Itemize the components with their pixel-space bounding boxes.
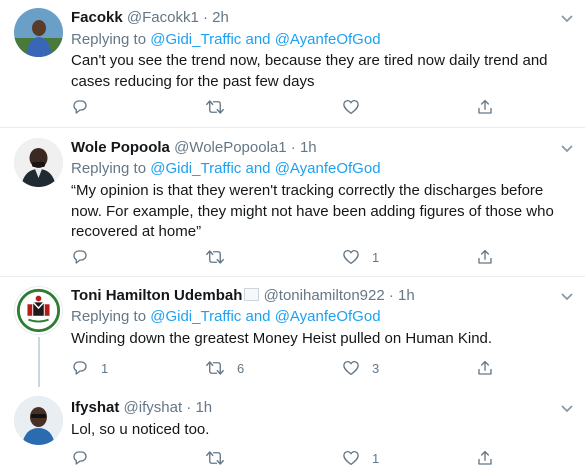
mention-and: and (241, 31, 275, 48)
avatar-image (14, 8, 63, 57)
thread-line (38, 337, 40, 387)
like-button[interactable]: 1 (342, 246, 379, 268)
coat-of-arms-image (16, 288, 61, 333)
tweet-actions: 1 6 3 (71, 357, 511, 379)
replying-to: Replying to @Gidi_Traffic and @AyanfeOfG… (71, 30, 381, 50)
mention-gidi-traffic[interactable]: @Gidi_Traffic (150, 160, 241, 177)
mention-gidi-traffic[interactable]: @Gidi_Traffic (150, 308, 241, 325)
tweet-facokk[interactable]: Facokk @Facokk1 · 2h Replying to @Gidi_T… (0, 0, 585, 127)
separator: · (182, 399, 196, 416)
tweet-actions: 1 (71, 447, 511, 469)
like-count: 1 (372, 450, 380, 466)
heart-icon (343, 450, 359, 466)
retweet-button[interactable] (205, 96, 237, 118)
reply-icon (73, 100, 87, 114)
like-button[interactable]: 1 (342, 447, 379, 469)
separator: · (384, 287, 399, 304)
handle[interactable]: @tonihamilton922 (264, 287, 385, 304)
reply-icon (73, 361, 87, 375)
tweet-actions (71, 96, 511, 118)
separator: · (286, 139, 300, 156)
avatar[interactable] (14, 138, 63, 187)
tweet-header: Facokk @Facokk1 · 2h (71, 8, 229, 28)
retweet-icon (206, 250, 224, 264)
share-button[interactable] (476, 357, 494, 379)
like-button[interactable]: 3 (342, 357, 379, 379)
tweet-ifyshat[interactable]: Ifyshat @ifyshat · 1h Lol, so u noticed … (0, 387, 585, 473)
share-button[interactable] (476, 246, 494, 268)
like-count: 1 (372, 249, 380, 265)
tweet-header: Ifyshat @ifyshat · 1h (71, 398, 212, 418)
tweet-text: Winding down the greatest Money Heist pu… (71, 330, 493, 347)
share-button[interactable] (476, 96, 494, 118)
tweet-actions: 1 (71, 246, 511, 268)
avatar[interactable] (14, 396, 63, 445)
retweet-button[interactable]: 6 (205, 357, 244, 379)
mention-ayanfeofgod[interactable]: @AyanfeOfGod (275, 160, 381, 177)
heart-icon (343, 249, 359, 265)
avatar[interactable] (14, 8, 63, 57)
replying-to: Replying to @Gidi_Traffic and @AyanfeOfG… (71, 159, 381, 179)
display-name[interactable]: Toni Hamilton Udembah (71, 287, 242, 304)
replying-prefix: Replying to (71, 308, 151, 325)
share-button[interactable] (476, 447, 494, 469)
retweet-icon (206, 451, 224, 465)
mention-gidi-traffic[interactable]: @Gidi_Traffic (150, 31, 241, 48)
mention-ayanfeofgod[interactable]: @AyanfeOfGod (275, 308, 381, 325)
like-button[interactable] (342, 96, 372, 118)
reply-icon (73, 451, 87, 465)
more-chevron-icon[interactable] (557, 292, 577, 312)
display-name[interactable]: Wole Popoola (71, 139, 170, 156)
timestamp[interactable]: 2h (212, 9, 229, 26)
more-chevron-icon[interactable] (557, 144, 577, 164)
tweet-text: Lol, so u noticed too. (71, 421, 210, 438)
share-icon (478, 249, 492, 264)
tweet-text: “My opinion is that they weren't trackin… (71, 182, 554, 240)
heart-icon (343, 99, 359, 115)
retweet-count: 6 (237, 360, 245, 376)
heart-icon (343, 360, 359, 376)
retweet-icon (206, 100, 224, 114)
handle[interactable]: @WolePopoola1 (174, 139, 287, 156)
reply-button[interactable]: 1 (71, 357, 108, 379)
mention-and: and (241, 308, 275, 325)
retweet-button[interactable] (205, 447, 237, 469)
mention-ayanfeofgod[interactable]: @AyanfeOfGod (275, 31, 381, 48)
retweet-icon (206, 361, 224, 375)
display-name[interactable]: Ifyshat (71, 399, 119, 416)
replying-prefix: Replying to (71, 31, 151, 48)
separator: · (198, 9, 213, 26)
timestamp[interactable]: 1h (398, 287, 415, 304)
reply-button[interactable] (71, 246, 101, 268)
flag-emoji-icon (244, 288, 260, 301)
avatar-image (14, 396, 63, 445)
tweet-header: Wole Popoola @WolePopoola1 · 1h (71, 138, 317, 158)
timestamp[interactable]: 1h (195, 399, 212, 416)
replying-to: Replying to @Gidi_Traffic and @AyanfeOfG… (71, 307, 381, 327)
tweet-wole-popoola[interactable]: Wole Popoola @WolePopoola1 · 1h Replying… (0, 128, 585, 276)
reply-count: 1 (101, 360, 109, 376)
share-icon (478, 360, 492, 375)
tweet-text: Can't you see the trend now, because the… (71, 52, 548, 90)
retweet-button[interactable] (205, 246, 237, 268)
display-name[interactable]: Facokk (71, 9, 123, 26)
tweet-toni-hamilton[interactable]: Toni Hamilton Udembah @tonihamilton922 ·… (0, 277, 585, 387)
reply-button[interactable] (71, 96, 101, 118)
avatar-image (14, 138, 63, 187)
like-count: 3 (372, 360, 380, 376)
mention-and: and (241, 160, 275, 177)
share-icon (478, 450, 492, 465)
reply-icon (73, 250, 87, 264)
replying-prefix: Replying to (71, 160, 151, 177)
handle[interactable]: @Facokk1 (127, 9, 199, 26)
handle[interactable]: @ifyshat (124, 399, 183, 416)
share-icon (478, 99, 492, 114)
reply-button[interactable] (71, 447, 101, 469)
tweet-header: Toni Hamilton Udembah @tonihamilton922 ·… (71, 286, 415, 306)
avatar[interactable] (14, 286, 63, 335)
timestamp[interactable]: 1h (300, 139, 317, 156)
more-chevron-icon[interactable] (557, 14, 577, 34)
